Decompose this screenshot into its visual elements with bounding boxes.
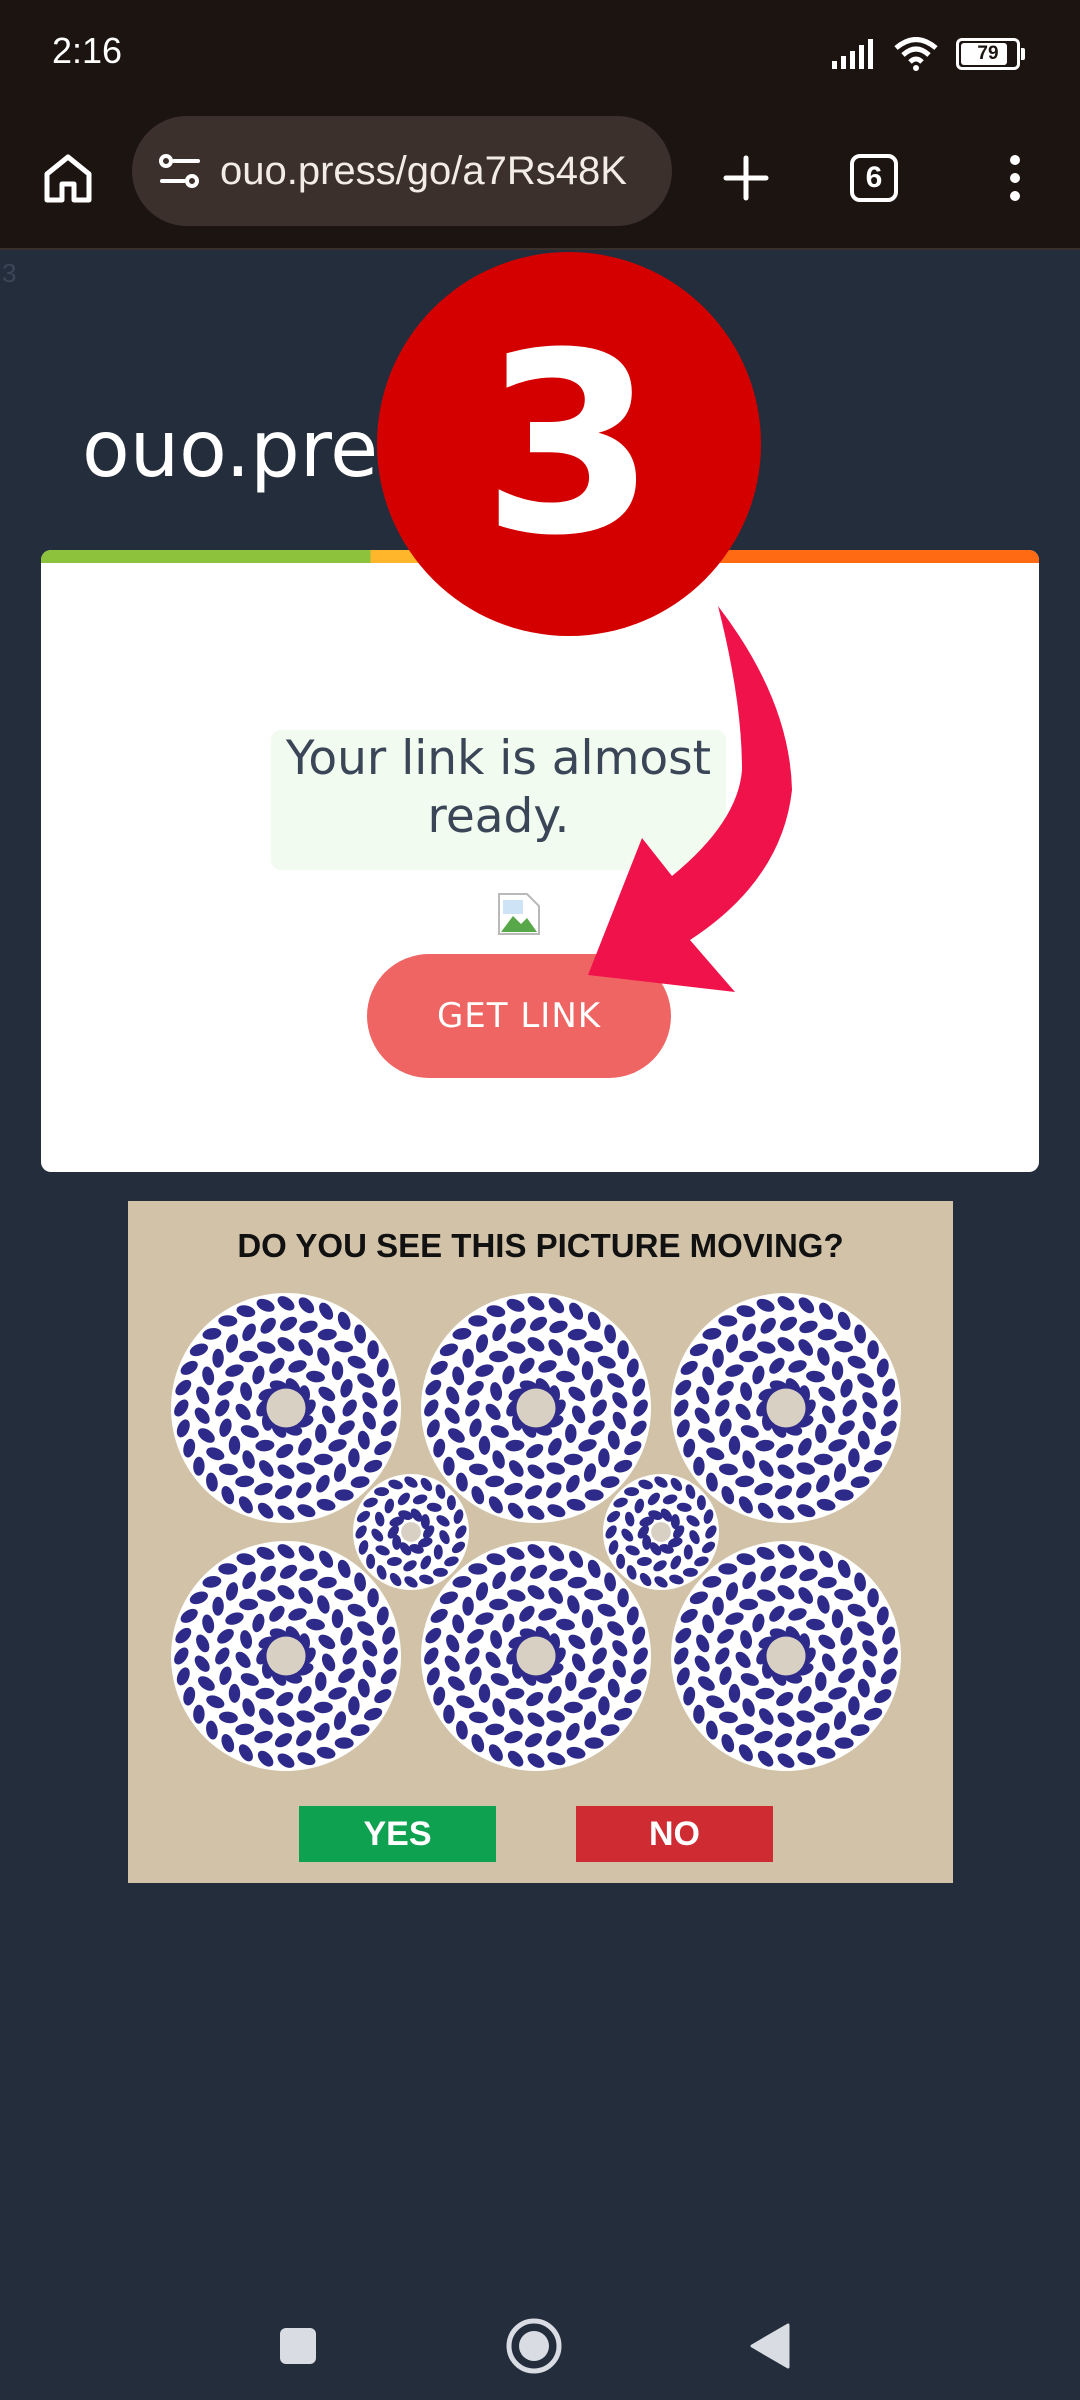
back-triangle-icon[interactable]: [734, 2310, 806, 2382]
get-link-button[interactable]: GET LINK: [367, 954, 671, 1078]
ad-yes-button[interactable]: YES: [299, 1806, 496, 1862]
address-bar[interactable]: ouo.press/go/a7Rs48K: [132, 116, 672, 226]
optical-illusion-image: [171, 1293, 901, 1771]
more-vertical-icon[interactable]: [990, 138, 1040, 218]
status-bar: 2:16 79: [0, 0, 1080, 110]
battery-level: 79: [977, 43, 999, 64]
status-icons: 79: [832, 34, 1025, 74]
illusion-swirl: [421, 1541, 651, 1771]
site-settings-icon[interactable]: [154, 145, 206, 197]
recents-icon[interactable]: [262, 2310, 334, 2382]
plus-icon: [723, 155, 769, 201]
signal-icon: [832, 39, 873, 69]
new-tab-button[interactable]: [706, 138, 786, 218]
illusion-swirl: [671, 1293, 901, 1523]
home-icon: [44, 154, 92, 203]
status-time: 2:16: [52, 30, 123, 71]
illusion-swirl: [671, 1541, 901, 1771]
home-circle-icon[interactable]: [498, 2310, 570, 2382]
advertisement-banner[interactable]: DO YOU SEE THIS PICTURE MOVING? YES NO: [128, 1201, 953, 1883]
tab-switcher-icon: 6: [850, 154, 898, 202]
broken-image-icon: [498, 893, 540, 935]
ad-no-button[interactable]: NO: [576, 1806, 773, 1862]
step-number-badge: 3: [377, 252, 761, 636]
home-button[interactable]: [28, 138, 108, 218]
system-nav-bar: [0, 2260, 1080, 2400]
status-message: Your link is almost ready.: [271, 730, 726, 870]
url-text: ouo.press/go/a7Rs48K: [220, 148, 627, 193]
illusion-swirl: [421, 1293, 651, 1523]
browser-toolbar: ouo.press/go/a7Rs48K 6: [0, 110, 1080, 250]
stray-text: 3: [2, 258, 17, 288]
illusion-swirl: [353, 1474, 469, 1590]
illusion-swirl: [171, 1293, 401, 1523]
illusion-swirl: [603, 1474, 719, 1590]
battery-icon: 79: [956, 38, 1025, 70]
link-card: Your link is almost ready. GET LINK: [41, 550, 1039, 1172]
illusion-swirl: [171, 1541, 401, 1771]
wifi-icon: [894, 37, 938, 71]
tab-switcher-button[interactable]: 6: [842, 146, 906, 210]
